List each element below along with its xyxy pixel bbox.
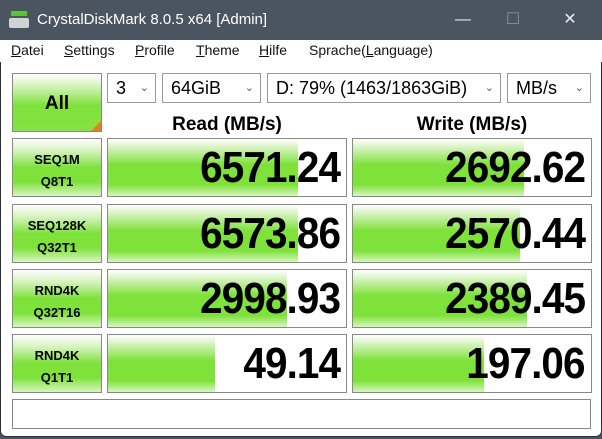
write-value: 2570.44 — [445, 209, 586, 258]
write-value: 2389.45 — [445, 274, 586, 323]
menu-label: heme — [204, 42, 240, 58]
menu-item-5[interactable]: Sprache(Language) — [309, 42, 433, 58]
test-button-2[interactable]: RND4K Q32T16 — [12, 269, 102, 328]
menu-label: ilfe — [269, 42, 288, 58]
write-header: Write (MB/s) — [416, 114, 528, 135]
read-header: Read (MB/s) — [172, 114, 282, 135]
menu-item-3[interactable]: Theme — [196, 42, 240, 58]
read-value: 6571.24 — [200, 143, 341, 192]
menu-accelerator: D — [11, 42, 22, 58]
test-count-value: 3 — [116, 78, 127, 98]
test-name: SEQ128K — [27, 218, 87, 233]
comment-input[interactable] — [12, 399, 591, 429]
test-params: Q32T1 — [37, 240, 77, 255]
menu-accelerator: P — [135, 42, 145, 58]
read-value: 2998.93 — [200, 274, 341, 323]
menu-label: rofile — [144, 42, 175, 58]
test-size-select[interactable]: 64GiB ⌄ — [162, 73, 261, 103]
menu-accelerator: T — [196, 42, 205, 58]
run-all-button[interactable]: All — [12, 73, 102, 132]
test-count-select[interactable]: 3 ⌄ — [107, 73, 156, 103]
write-result-3: 197.06 — [352, 334, 592, 393]
test-name: SEQ1M — [34, 152, 80, 167]
test-name: RND4K — [34, 283, 80, 298]
unit-value: MB/s — [516, 78, 558, 98]
chevron-down-icon: ⌄ — [574, 82, 584, 94]
chevron-down-icon: ⌄ — [481, 74, 494, 102]
menu-label: ettings — [73, 42, 115, 58]
minimize-button[interactable]: — — [448, 8, 478, 32]
drive-select[interactable]: D: 79% (1463/1863GiB) ⌄ — [267, 73, 501, 103]
test-button-1[interactable]: SEQ128K Q32T1 — [12, 204, 102, 263]
test-button-0[interactable]: SEQ1M Q8T1 — [12, 138, 102, 197]
window-title: CrystalDiskMark 8.0.5 x64 [Admin] — [37, 11, 268, 28]
read-result-1: 6573.86 — [107, 204, 347, 263]
test-name: RND4K — [34, 348, 80, 363]
menu-item-4[interactable]: Hilfe — [259, 42, 287, 58]
write-result-0: 2692.62 — [352, 138, 592, 197]
menu-accelerator: S — [64, 42, 74, 58]
menu-item-2[interactable]: Profile — [135, 42, 175, 58]
write-result-2: 2389.45 — [352, 269, 592, 328]
menu-accelerator: H — [259, 42, 270, 58]
read-value: 49.14 — [243, 339, 341, 388]
read-result-2: 2998.93 — [107, 269, 347, 328]
write-value: 2692.62 — [445, 143, 586, 192]
drive-value: D: 79% (1463/1863GiB) — [276, 78, 468, 98]
menu-label: atei — [21, 42, 44, 58]
crystaldiskmark-app-icon — [9, 11, 29, 29]
close-button[interactable]: ✕ — [555, 8, 585, 32]
test-size-value: 64GiB — [171, 78, 222, 98]
menu-item-1[interactable]: Settings — [64, 42, 115, 58]
menu-item-0[interactable]: Datei — [11, 42, 44, 58]
write-bar — [353, 335, 484, 392]
read-value: 6573.86 — [200, 209, 341, 258]
menu-label-prefix: Sprache( — [309, 42, 366, 58]
maximize-button[interactable]: ☐ — [498, 8, 528, 32]
chevron-down-icon: ⌄ — [139, 82, 149, 94]
test-params: Q32T16 — [33, 305, 81, 320]
test-params: Q8T1 — [40, 174, 74, 189]
read-result-3: 49.14 — [107, 334, 347, 393]
title-bar: CrystalDiskMark 8.0.5 x64 [Admin] — ☐ ✕ — [0, 0, 602, 40]
unit-select[interactable]: MB/s ⌄ — [507, 73, 591, 103]
menu-bar: Datei Settings Profile Theme Hilfe Sprache(La… — [0, 40, 602, 62]
corner-marker-icon — [91, 121, 101, 131]
main-panel: All 3 ⌄ 64GiB ⌄ D: 79% (1463/1863GiB) ⌄ MB/… — [0, 62, 602, 437]
read-bar — [108, 335, 216, 392]
test-params: Q1T1 — [40, 370, 74, 385]
test-button-3[interactable]: RND4K Q1T1 — [12, 334, 102, 393]
menu-label: anguage) — [373, 42, 433, 58]
chevron-down-icon: ⌄ — [244, 82, 254, 94]
write-result-1: 2570.44 — [352, 204, 592, 263]
menu-accelerator: L — [365, 42, 374, 58]
write-value: 197.06 — [466, 339, 586, 388]
read-result-0: 6571.24 — [107, 138, 347, 197]
run-all-label: All — [44, 93, 70, 114]
